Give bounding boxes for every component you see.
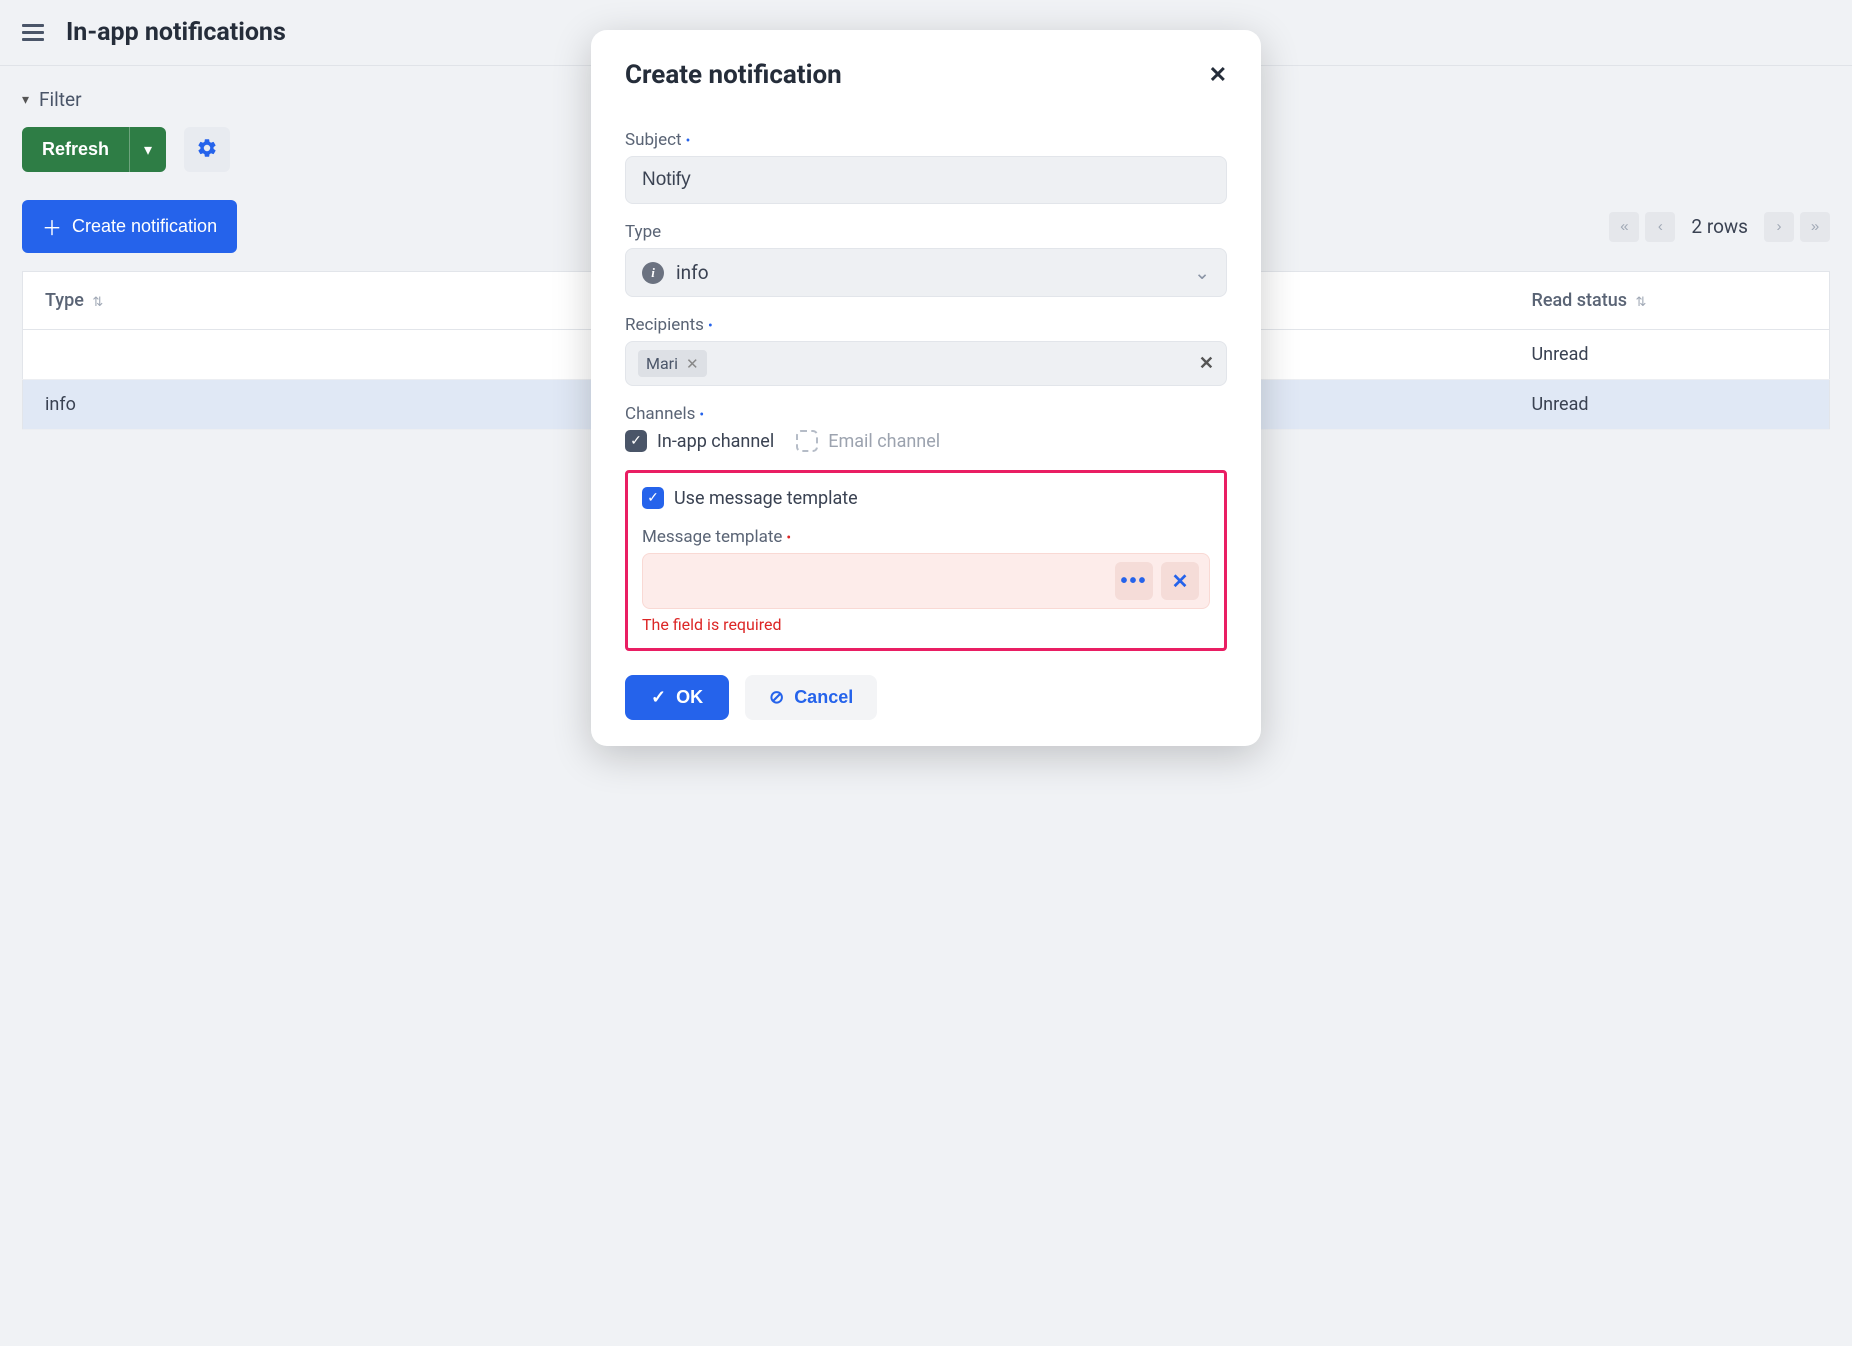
cancel-icon: ⊘ bbox=[769, 687, 784, 708]
sort-icon: ⇅ bbox=[1636, 295, 1647, 310]
inapp-channel-checkbox[interactable]: ✓ bbox=[625, 430, 647, 452]
settings-button[interactable] bbox=[184, 127, 230, 172]
message-template-input[interactable]: ••• ✕ bbox=[642, 553, 1210, 609]
create-notification-button[interactable]: ＋ Create notification bbox=[22, 200, 237, 253]
use-template-checkbox[interactable]: ✓ bbox=[642, 487, 664, 509]
pagination: « ‹ 2 rows › » bbox=[1609, 212, 1830, 242]
ok-button[interactable]: ✓ OK bbox=[625, 675, 729, 720]
cancel-button[interactable]: ⊘ Cancel bbox=[745, 675, 877, 720]
page-title: In-app notifications bbox=[66, 18, 286, 47]
refresh-button[interactable]: Refresh bbox=[22, 127, 129, 172]
use-template-label: Use message template bbox=[674, 488, 858, 509]
chevron-down-icon: ▾ bbox=[22, 92, 29, 108]
sort-icon: ⇅ bbox=[92, 295, 103, 310]
filter-label: Filter bbox=[39, 88, 81, 111]
check-icon: ✓ bbox=[647, 490, 659, 506]
cell-read-status: Unread bbox=[1510, 330, 1830, 380]
inapp-channel-label: In-app channel bbox=[657, 431, 774, 452]
type-label: Type bbox=[625, 222, 1227, 242]
row-count: 2 rows bbox=[1691, 215, 1748, 238]
chevron-down-icon: ▾ bbox=[144, 140, 152, 160]
page-last-button[interactable]: » bbox=[1800, 212, 1830, 242]
recipient-tag: Mari ✕ bbox=[638, 350, 707, 377]
chevron-down-icon: ⌄ bbox=[1194, 261, 1210, 284]
menu-icon[interactable] bbox=[22, 24, 44, 41]
more-icon: ••• bbox=[1120, 570, 1147, 593]
recipients-label: Recipients• bbox=[625, 315, 1227, 335]
gear-icon bbox=[196, 137, 218, 159]
template-picker-button[interactable]: ••• bbox=[1115, 562, 1153, 600]
validation-error: The field is required bbox=[642, 615, 1210, 634]
recipients-input[interactable]: Mari ✕ ✕ bbox=[625, 341, 1227, 386]
email-channel-checkbox[interactable] bbox=[796, 430, 818, 452]
page-first-button[interactable]: « bbox=[1609, 212, 1639, 242]
column-header-read-status[interactable]: Read status ⇅ bbox=[1510, 272, 1830, 330]
close-icon: ✕ bbox=[1209, 62, 1227, 87]
template-clear-button[interactable]: ✕ bbox=[1161, 562, 1199, 600]
info-icon: i bbox=[642, 262, 664, 284]
refresh-dropdown-button[interactable]: ▾ bbox=[129, 127, 166, 172]
plus-icon: ＋ bbox=[42, 212, 62, 241]
create-notification-modal: Create notification ✕ Subject• Type i in… bbox=[591, 30, 1261, 746]
type-select[interactable]: i info ⌄ bbox=[625, 248, 1227, 297]
modal-close-button[interactable]: ✕ bbox=[1209, 62, 1227, 88]
modal-title: Create notification bbox=[625, 60, 842, 90]
email-channel-label: Email channel bbox=[828, 431, 940, 452]
tag-remove-icon[interactable]: ✕ bbox=[686, 355, 699, 373]
channels-label: Channels• bbox=[625, 404, 1227, 424]
cell-read-status: Unread bbox=[1510, 380, 1830, 430]
check-icon: ✓ bbox=[630, 433, 642, 449]
subject-label: Subject• bbox=[625, 130, 1227, 150]
subject-input[interactable] bbox=[625, 156, 1227, 204]
check-icon: ✓ bbox=[651, 687, 666, 708]
page-next-button[interactable]: › bbox=[1764, 212, 1794, 242]
close-icon: ✕ bbox=[1172, 569, 1189, 594]
type-value: info bbox=[676, 261, 709, 284]
page-prev-button[interactable]: ‹ bbox=[1645, 212, 1675, 242]
message-template-label: Message template• bbox=[642, 527, 1210, 547]
clear-recipients-icon[interactable]: ✕ bbox=[1199, 353, 1214, 374]
